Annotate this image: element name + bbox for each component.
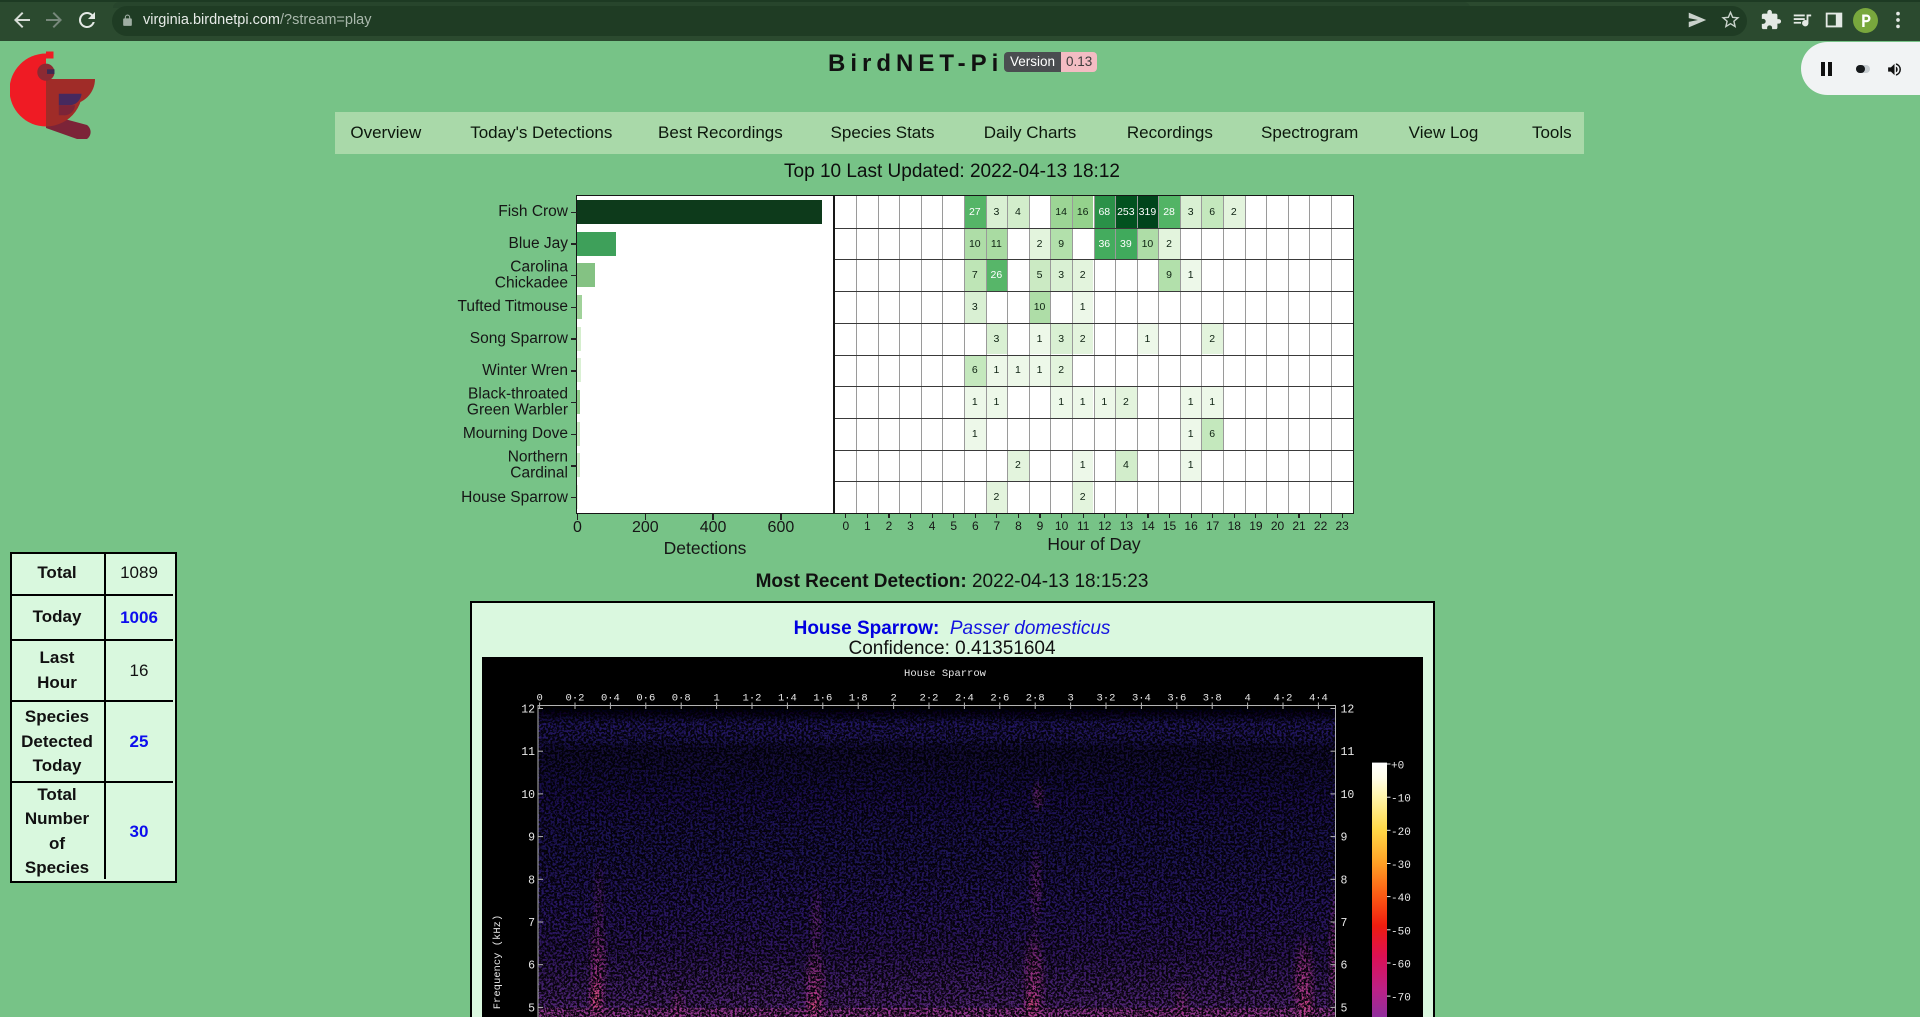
svg-text:7: 7 — [528, 917, 535, 930]
svg-text:7: 7 — [1341, 917, 1348, 930]
svg-text:House Sparrow: House Sparrow — [904, 668, 987, 680]
svg-text:6: 6 — [528, 960, 535, 973]
svg-text:-40: -40 — [1391, 893, 1411, 905]
svg-text:5: 5 — [528, 1002, 535, 1015]
svg-text:5: 5 — [1341, 1002, 1348, 1015]
svg-text:10: 10 — [521, 789, 535, 802]
svg-text:12: 12 — [1341, 704, 1355, 717]
svg-text:-70: -70 — [1391, 993, 1411, 1005]
svg-text:8: 8 — [1341, 874, 1348, 887]
svg-text:8: 8 — [528, 874, 535, 887]
svg-text:+0: +0 — [1391, 761, 1404, 773]
svg-text:Frequency (kHz): Frequency (kHz) — [492, 915, 504, 1010]
svg-text:-10: -10 — [1391, 794, 1411, 806]
svg-text:6: 6 — [1341, 960, 1348, 973]
svg-text:9: 9 — [1341, 832, 1348, 845]
svg-text:9: 9 — [528, 832, 535, 845]
svg-text:-30: -30 — [1391, 860, 1411, 872]
svg-text:10: 10 — [1341, 789, 1355, 802]
svg-text:-50: -50 — [1391, 926, 1411, 938]
svg-text:-20: -20 — [1391, 827, 1411, 839]
svg-text:12: 12 — [521, 704, 535, 717]
svg-text:11: 11 — [1341, 746, 1355, 759]
svg-text:-60: -60 — [1391, 960, 1411, 972]
svg-text:11: 11 — [521, 746, 535, 759]
